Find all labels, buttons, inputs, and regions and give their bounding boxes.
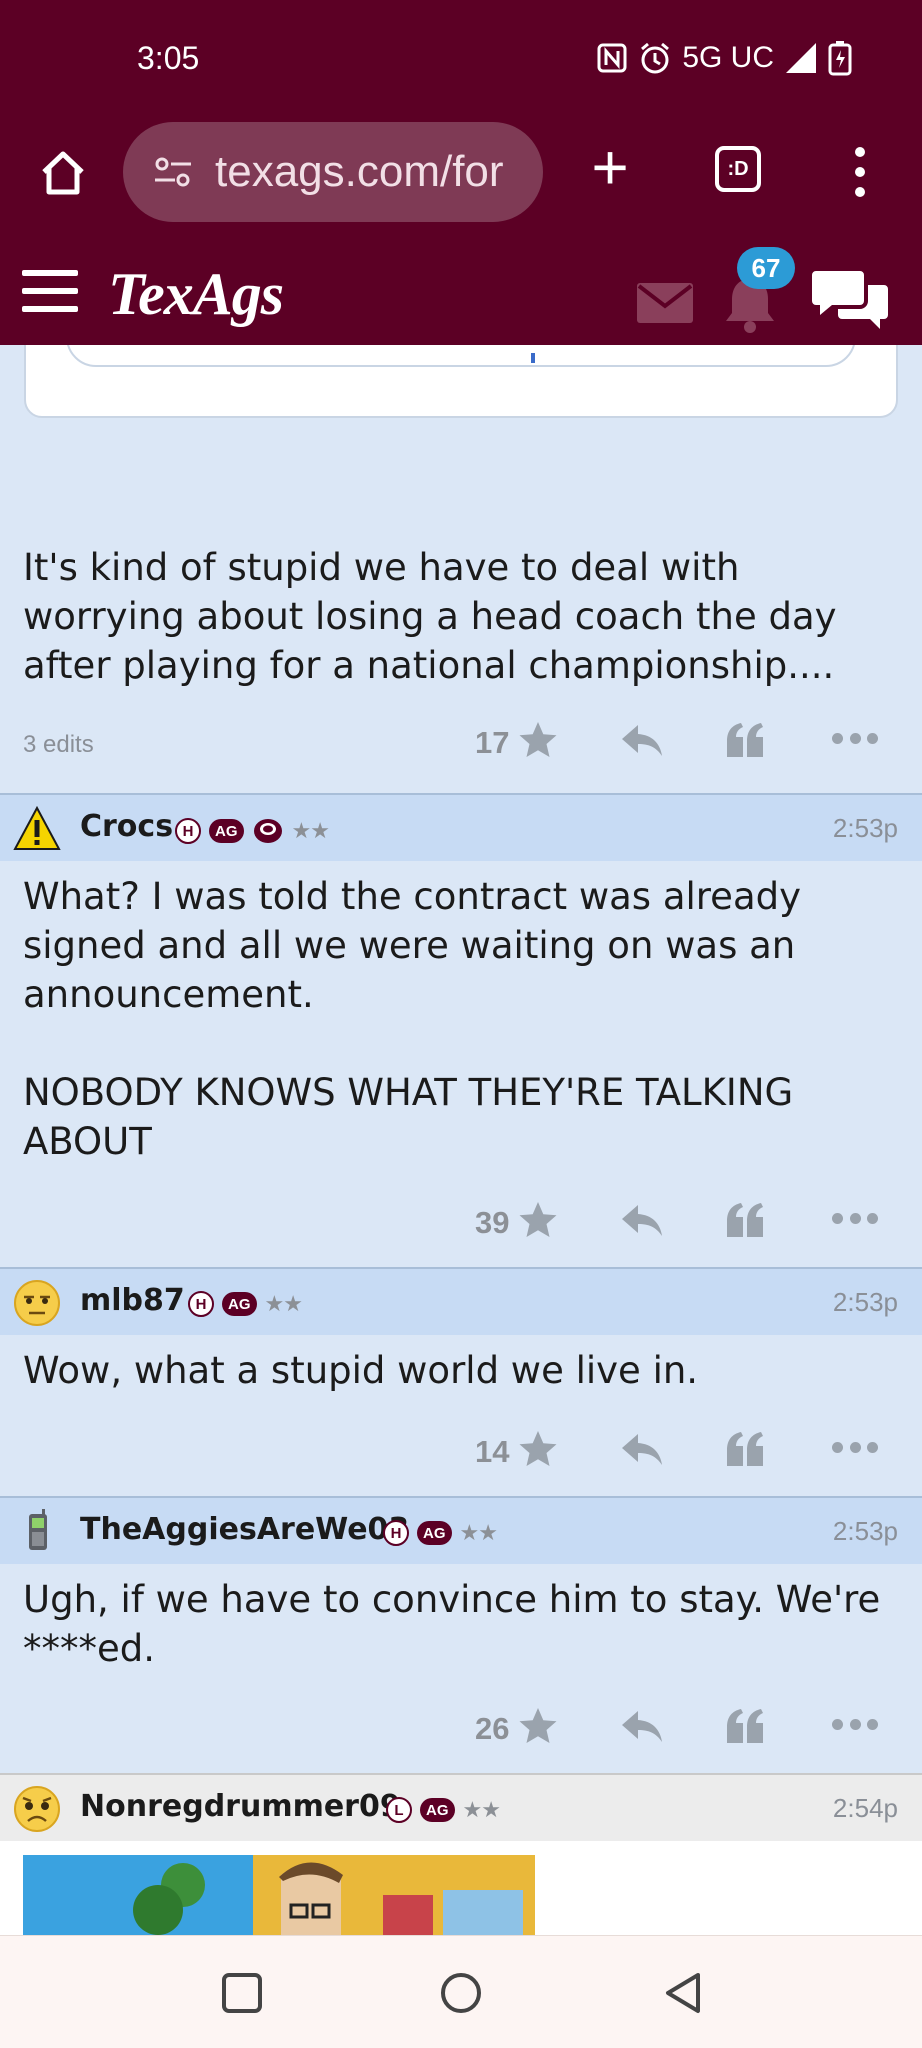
signal-icon bbox=[784, 41, 818, 75]
badge-h: H bbox=[383, 1520, 409, 1546]
skeptical-face-icon[interactable] bbox=[13, 1279, 61, 1327]
embedded-card-link bbox=[531, 353, 535, 363]
quote-icon[interactable] bbox=[725, 1203, 765, 1239]
post-header: TheAggiesAreWe03 H AG ★★ 2:53p bbox=[0, 1496, 922, 1564]
post-time[interactable]: 2:54p bbox=[833, 1793, 898, 1824]
username[interactable]: Crocs bbox=[80, 809, 173, 844]
post-header: mlb87 H AG ★★ 2:53p bbox=[0, 1267, 922, 1335]
warning-icon[interactable] bbox=[13, 805, 61, 853]
star-icon[interactable] bbox=[518, 1429, 558, 1469]
badge-h: H bbox=[188, 1291, 214, 1317]
url-text: texags.com/for bbox=[215, 147, 504, 196]
battery-charging-icon bbox=[828, 40, 852, 76]
post-image[interactable] bbox=[23, 1855, 535, 1935]
like-count: 26 bbox=[475, 1711, 510, 1746]
user-badges: H AG ★★ bbox=[383, 1520, 498, 1546]
reply-icon[interactable] bbox=[620, 1432, 664, 1468]
user-stars: ★★ bbox=[462, 1797, 501, 1823]
post-actions: 3 edits 17 bbox=[0, 715, 922, 775]
hamburger-menu-icon[interactable] bbox=[22, 270, 78, 312]
recents-icon[interactable] bbox=[219, 1970, 265, 2016]
post-header: Nonregdrummer09 L AG ★★ 2:54p bbox=[0, 1773, 922, 1841]
user-stars: ★★ bbox=[264, 1291, 303, 1317]
reply-icon[interactable] bbox=[620, 723, 664, 759]
username[interactable]: mlb87 bbox=[80, 1283, 185, 1318]
address-bar[interactable]: texags.com/for bbox=[123, 122, 543, 222]
back-icon[interactable] bbox=[660, 1970, 706, 2016]
user-badges: L AG ★★ bbox=[386, 1797, 501, 1823]
badge-ag: AG bbox=[420, 1798, 455, 1822]
system-nav-bar bbox=[0, 1935, 922, 2048]
star-icon[interactable] bbox=[518, 1706, 558, 1746]
user-badges: H AG ★★ bbox=[188, 1291, 303, 1317]
nfc-icon bbox=[596, 42, 628, 74]
post-actions: 39 bbox=[0, 1195, 922, 1255]
post-body: Wow, what a stupid world we live in. bbox=[23, 1349, 699, 1392]
user-stars: ★★ bbox=[459, 1520, 498, 1546]
quote-icon[interactable] bbox=[725, 1432, 765, 1468]
status-bar: 3:05 5G UC bbox=[0, 0, 922, 120]
post-body: Ugh, if we have to convince him to stay.… bbox=[23, 1578, 893, 1670]
post-actions: 26 bbox=[0, 1701, 922, 1761]
post-header: Crocs H AG ★★ 2:53p bbox=[0, 793, 922, 861]
more-options-icon[interactable] bbox=[832, 733, 878, 745]
embedded-card[interactable] bbox=[24, 345, 898, 418]
badge-ag: AG bbox=[209, 819, 244, 843]
post-time[interactable]: 2:53p bbox=[833, 1516, 898, 1547]
ring-badge-icon bbox=[253, 819, 282, 843]
post-time[interactable]: 2:53p bbox=[833, 1287, 898, 1318]
post-body: It's kind of stupid we have to deal with… bbox=[23, 546, 849, 687]
site-logo[interactable]: TexAgs bbox=[108, 260, 284, 329]
more-options-icon[interactable] bbox=[832, 1213, 878, 1225]
quote-icon[interactable] bbox=[725, 1709, 765, 1745]
notification-badge: 67 bbox=[737, 247, 795, 289]
cellphone-icon[interactable] bbox=[13, 1508, 61, 1556]
badge-l: L bbox=[386, 1797, 412, 1823]
username[interactable]: Nonregdrummer09 bbox=[80, 1789, 401, 1824]
mail-icon[interactable] bbox=[637, 283, 693, 323]
browser-menu-button[interactable] bbox=[845, 147, 875, 197]
tab-switcher-button[interactable]: :D bbox=[715, 146, 761, 192]
home-icon bbox=[41, 151, 84, 194]
more-options-icon[interactable] bbox=[832, 1719, 878, 1731]
more-options-icon[interactable] bbox=[832, 1442, 878, 1454]
status-time: 3:05 bbox=[137, 40, 200, 76]
like-count: 17 bbox=[475, 725, 510, 760]
username[interactable]: TheAggiesAreWe03 bbox=[80, 1512, 409, 1547]
thread-content: It's kind of stupid we have to deal with… bbox=[0, 345, 922, 1935]
new-tab-button[interactable]: + bbox=[580, 135, 640, 200]
like-count: 14 bbox=[475, 1434, 510, 1469]
status-icons: 5G UC bbox=[596, 40, 852, 76]
reply-icon[interactable] bbox=[620, 1203, 664, 1239]
home-nav-icon[interactable] bbox=[438, 1970, 484, 2016]
badge-ag: AG bbox=[222, 1292, 257, 1316]
reply-icon[interactable] bbox=[620, 1709, 664, 1745]
post-actions: 14 bbox=[0, 1424, 922, 1484]
user-stars: ★★ bbox=[291, 818, 330, 844]
star-icon[interactable] bbox=[518, 1200, 558, 1240]
badge-ag: AG bbox=[417, 1521, 452, 1545]
post-body: What? I was told the contract was alread… bbox=[23, 875, 801, 1163]
alarm-icon bbox=[638, 41, 672, 75]
embedded-card-inner bbox=[66, 345, 856, 367]
quote-icon[interactable] bbox=[725, 723, 765, 759]
star-icon[interactable] bbox=[518, 720, 558, 760]
user-badges: H AG ★★ bbox=[175, 817, 330, 845]
edit-count[interactable]: 3 edits bbox=[23, 731, 94, 759]
home-button[interactable] bbox=[30, 140, 95, 205]
worried-face-icon[interactable] bbox=[13, 1785, 61, 1833]
site-settings-icon[interactable] bbox=[153, 152, 193, 192]
chat-icon[interactable] bbox=[812, 265, 888, 335]
post-time[interactable]: 2:53p bbox=[833, 813, 898, 844]
badge-h: H bbox=[175, 818, 201, 844]
like-count: 39 bbox=[475, 1205, 510, 1240]
network-label: 5G UC bbox=[682, 41, 774, 74]
